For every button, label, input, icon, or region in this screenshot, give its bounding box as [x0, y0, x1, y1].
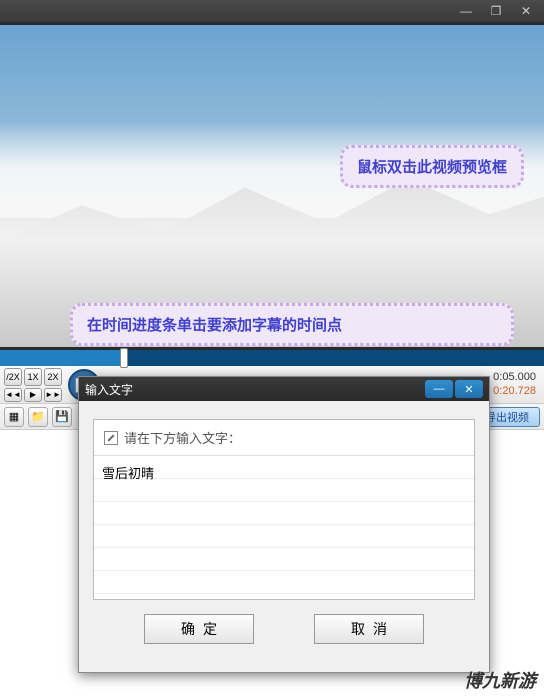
open-button[interactable]: 📁	[28, 407, 48, 427]
edit-icon	[104, 431, 118, 445]
ok-button[interactable]: 确定	[144, 614, 254, 644]
prompt-text: 请在下方输入文字：	[124, 428, 241, 447]
dialog-minimize-button[interactable]: —	[425, 380, 453, 398]
timeline-progress	[0, 350, 120, 366]
speed-1x-button[interactable]: 1X	[24, 368, 42, 386]
text-input[interactable]	[94, 456, 474, 596]
speed-2x-button[interactable]: 2X	[44, 368, 62, 386]
input-dialog: 输入文字 — ✕ 请在下方输入文字： 确定 取消	[78, 376, 490, 673]
current-time: 0:05.000	[493, 371, 536, 384]
minimize-button[interactable]: —	[454, 3, 478, 19]
callout-preview: 鼠标双击此视频预览框	[340, 145, 524, 188]
maximize-button[interactable]: ❐	[484, 3, 508, 19]
save-button[interactable]: 💾	[52, 407, 72, 427]
dialog-close-button[interactable]: ✕	[455, 380, 483, 398]
callout-timeline: 在时间进度条单击要添加字幕的时间点	[70, 303, 514, 346]
new-button[interactable]: ▦	[4, 407, 24, 427]
dialog-title-text: 输入文字	[85, 381, 133, 398]
input-section: 请在下方输入文字：	[93, 419, 475, 600]
timeline[interactable]	[0, 350, 544, 366]
total-time: 0:20.728	[493, 385, 536, 398]
timecode-display: 0:05.000 0:20.728	[493, 371, 540, 397]
prev-button[interactable]: ◄◄	[4, 388, 22, 402]
speed-controls: /2X 1X 2X	[4, 368, 62, 386]
cancel-button[interactable]: 取消	[314, 614, 424, 644]
next-button[interactable]: ►►	[44, 388, 62, 402]
timeline-handle[interactable]	[120, 348, 128, 368]
input-prompt: 请在下方输入文字：	[94, 420, 474, 456]
step-button[interactable]: ▶	[24, 388, 42, 402]
window-titlebar: — ❐ ✕	[0, 0, 544, 22]
dialog-titlebar[interactable]: 输入文字 — ✕	[79, 377, 489, 401]
watermark: 博九新游	[464, 667, 536, 693]
video-preview[interactable]: 鼠标双击此视频预览框 在时间进度条单击要添加字幕的时间点	[0, 22, 544, 350]
speed-half-button[interactable]: /2X	[4, 368, 22, 386]
close-button[interactable]: ✕	[514, 3, 538, 19]
